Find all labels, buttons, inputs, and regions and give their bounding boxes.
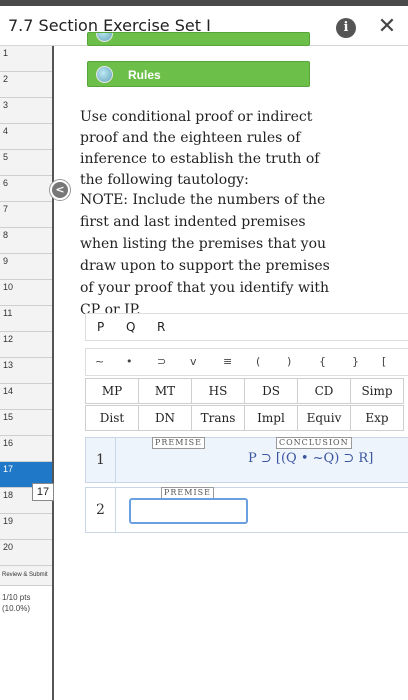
variable-r-button[interactable]: R <box>157 320 165 334</box>
rules-button[interactable]: Rules <box>87 61 310 87</box>
close-paren-button[interactable]: ) <box>287 355 291 368</box>
rule-mp-button[interactable]: MP <box>85 378 139 404</box>
globe-icon <box>96 33 113 42</box>
triple-bar-button[interactable]: ≡ <box>223 355 232 368</box>
question-4[interactable]: 4 <box>0 124 52 150</box>
rule-equiv-button[interactable]: Equiv <box>297 405 351 431</box>
proof-line-1[interactable]: 1 PREMISE CONCLUSION P ⊃ [(Q • ~Q) ⊃ R] <box>85 437 408 483</box>
question-1[interactable]: 1 <box>0 46 52 72</box>
question-note: NOTE: Include the numbers of the first a… <box>80 192 330 318</box>
question-11[interactable]: 11 <box>0 306 52 332</box>
line-number: 2 <box>86 488 116 532</box>
premise-tag: PREMISE <box>152 437 205 449</box>
question-8[interactable]: 8 <box>0 228 52 254</box>
variable-q-button[interactable]: Q <box>126 320 135 334</box>
question-6[interactable]: 6 <box>0 176 52 202</box>
proof-line-2[interactable]: 2 PREMISE <box>85 487 408 533</box>
open-brace-button[interactable]: { <box>319 355 326 368</box>
question-sidebar: 1 2 3 4 5 6 7 8 9 10 11 12 13 14 15 16 1… <box>0 46 54 700</box>
premise-input[interactable] <box>129 498 248 524</box>
question-instructions: Use conditional proof or indirect proof … <box>80 109 320 188</box>
variable-p-button[interactable]: P <box>97 320 104 334</box>
rule-impl-button[interactable]: Impl <box>244 405 298 431</box>
question-tooltip: 17 <box>32 483 54 501</box>
open-bracket-button[interactable]: [ <box>382 355 386 368</box>
rules-label: Rules <box>128 68 161 82</box>
question-20[interactable]: 20 <box>0 540 52 566</box>
rule-exp-button[interactable]: Exp <box>350 405 404 431</box>
question-5[interactable]: 5 <box>0 150 52 176</box>
previous-resource-bar[interactable] <box>87 32 310 46</box>
rule-simp-button[interactable]: Simp <box>350 378 404 404</box>
line-number: 1 <box>86 438 116 482</box>
question-13[interactable]: 13 <box>0 358 52 384</box>
variable-toolbar: P Q R <box>85 313 408 341</box>
rule-dn-button[interactable]: DN <box>138 405 192 431</box>
conclusion-tag: CONCLUSION <box>276 437 352 449</box>
points-score: 1/10 pts (10.0%) <box>2 593 31 613</box>
close-icon[interactable]: ✕ <box>374 12 400 42</box>
globe-icon <box>96 66 113 83</box>
rule-dist-button[interactable]: Dist <box>85 405 139 431</box>
horseshoe-button[interactable]: ⊃ <box>157 355 166 368</box>
question-19[interactable]: 19 <box>0 514 52 540</box>
rule-trans-button[interactable]: Trans <box>191 405 245 431</box>
rule-mt-button[interactable]: MT <box>138 378 192 404</box>
tilde-button[interactable]: ~ <box>95 355 104 368</box>
collapse-sidebar-icon[interactable]: < <box>50 180 70 200</box>
question-15[interactable]: 15 <box>0 410 52 436</box>
rule-cd-button[interactable]: CD <box>297 378 351 404</box>
question-12[interactable]: 12 <box>0 332 52 358</box>
question-9[interactable]: 9 <box>0 254 52 280</box>
question-2[interactable]: 2 <box>0 72 52 98</box>
dot-button[interactable]: • <box>126 355 133 368</box>
question-7[interactable]: 7 <box>0 202 52 228</box>
rule-ds-button[interactable]: DS <box>244 378 298 404</box>
open-paren-button[interactable]: ( <box>256 355 260 368</box>
wedge-button[interactable]: v <box>190 355 197 368</box>
info-icon[interactable]: i <box>336 18 356 38</box>
question-14[interactable]: 14 <box>0 384 52 410</box>
question-10[interactable]: 10 <box>0 280 52 306</box>
conclusion-formula: P ⊃ [(Q • ~Q) ⊃ R] <box>248 451 374 466</box>
symbol-toolbar: ~ • ⊃ v ≡ ( ) { } [ <box>85 348 408 376</box>
rule-hs-button[interactable]: HS <box>191 378 245 404</box>
review-submit-link[interactable]: Review & Submit <box>0 566 52 586</box>
question-16[interactable]: 16 <box>0 436 52 462</box>
question-3[interactable]: 3 <box>0 98 52 124</box>
close-brace-button[interactable]: } <box>352 355 359 368</box>
